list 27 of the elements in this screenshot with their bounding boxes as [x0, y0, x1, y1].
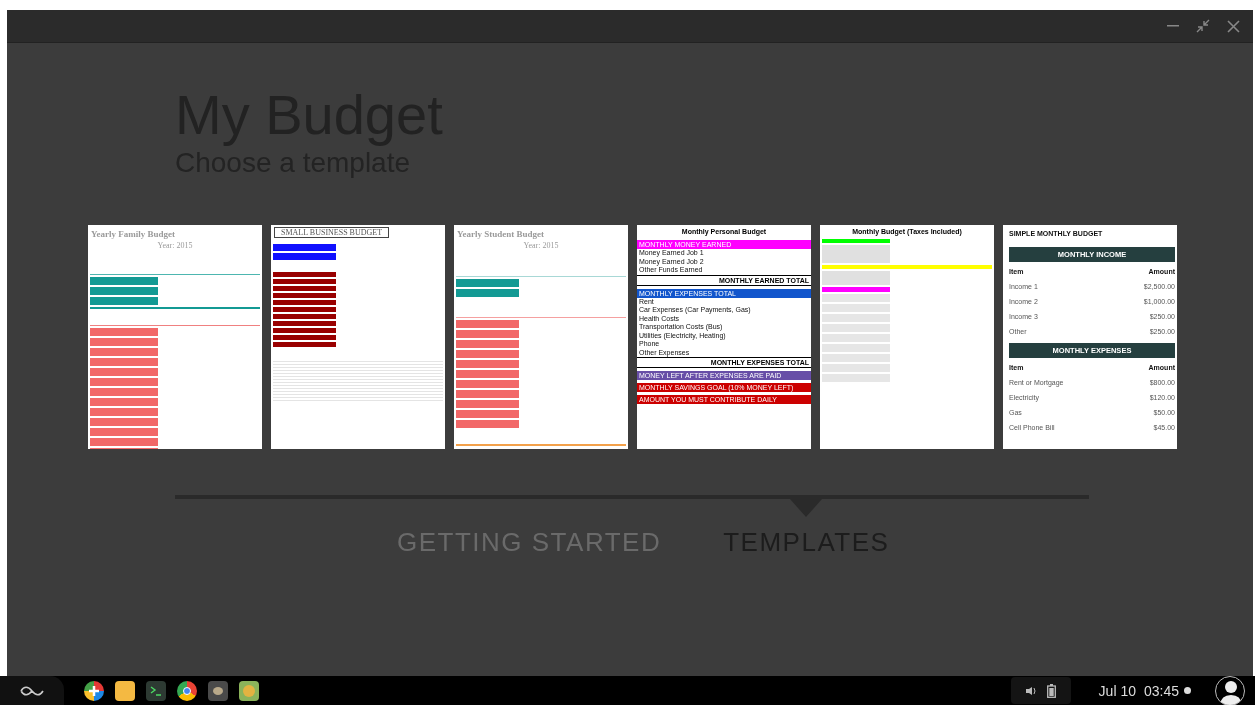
- template-year: Year: 2015: [523, 241, 559, 250]
- battery-icon: [1047, 683, 1057, 698]
- launcher-button[interactable]: [0, 676, 64, 705]
- time-label: 03:45: [1143, 682, 1179, 699]
- date-label: Jul 10: [1098, 682, 1136, 699]
- template-title: Yearly Student Budget: [457, 229, 545, 239]
- coin-app-icon[interactable]: [239, 680, 259, 701]
- template-thumbnail[interactable]: SMALL BUSINESS BUDGET: [271, 225, 445, 449]
- infinity-icon: [19, 685, 45, 696]
- terminal-app-icon[interactable]: [146, 680, 166, 701]
- template-thumbnail[interactable]: [637, 225, 811, 449]
- status-dot-icon: [1184, 687, 1191, 694]
- restore-button[interactable]: [1195, 18, 1211, 34]
- folder-app-icon[interactable]: [115, 680, 135, 701]
- template-title: SMALL BUSINESS BUDGET: [274, 227, 390, 238]
- template-thumbnail[interactable]: [1003, 225, 1177, 449]
- template-year: Year: 2015: [157, 241, 193, 250]
- template-title: Yearly Family Budget: [91, 229, 176, 239]
- minimize-icon: [1167, 25, 1179, 27]
- volume-icon: [1025, 685, 1038, 696]
- plus-app-icon[interactable]: [84, 680, 104, 701]
- user-avatar[interactable]: [1215, 675, 1245, 705]
- close-button[interactable]: [1225, 18, 1241, 34]
- template-thumbnail[interactable]: Yearly Family Budget Year: 2015: [88, 225, 262, 449]
- system-tray[interactable]: [1010, 677, 1071, 704]
- browser-app-icon[interactable]: [177, 680, 197, 701]
- template-thumbnail[interactable]: Yearly Student Budget Year: 2015: [454, 225, 628, 449]
